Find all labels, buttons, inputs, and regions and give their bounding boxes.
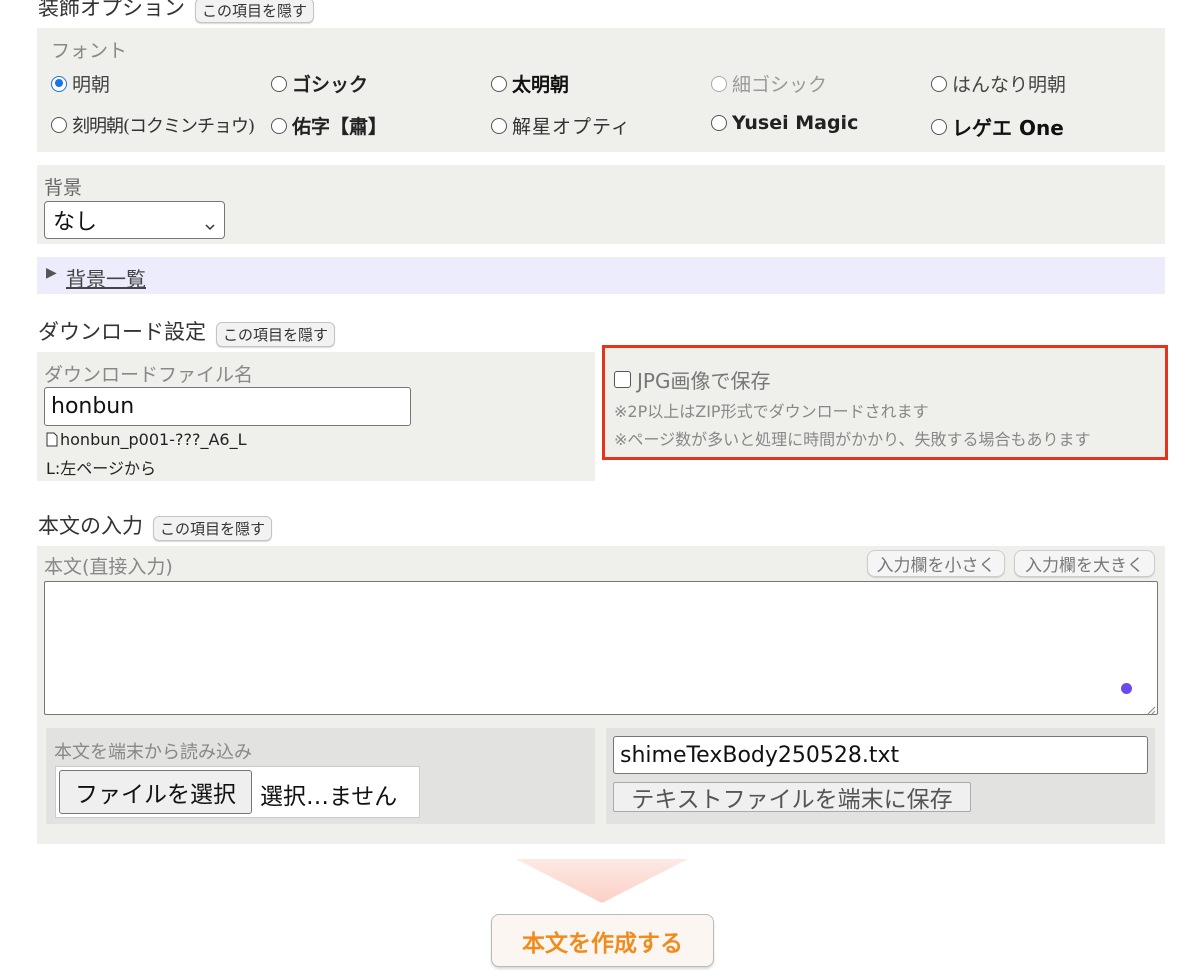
direct-input-label: 本文(直接入力) xyxy=(44,556,173,578)
choose-file-button[interactable]: ファイルを選択 xyxy=(59,770,252,814)
filename-panel: ダウンロードファイル名 honbun honbun_p001-???_A6_L … xyxy=(37,352,595,481)
font-option-kaisei[interactable]: 解星オプティ xyxy=(491,112,631,139)
filename-label: ダウンロードファイル名 xyxy=(44,364,254,386)
jpg-note-time: ※ページ数が多いと処理に時間がかかり、失敗する場合もあります xyxy=(614,430,1091,449)
body-input-hide-button[interactable]: この項目を隠す xyxy=(153,516,273,541)
body-input-heading: 本文の入力 xyxy=(38,514,143,538)
body-textarea[interactable] xyxy=(44,581,1158,716)
radio-icon[interactable] xyxy=(711,115,727,131)
radio-icon[interactable] xyxy=(931,118,947,135)
font-option-reggae-one[interactable]: レゲエ One xyxy=(931,112,1064,141)
font-option-hannari[interactable]: はんなり明朝 xyxy=(931,70,1066,97)
background-list-link[interactable]: 背景一覧 xyxy=(66,263,146,292)
checkbox-icon[interactable] xyxy=(614,371,631,388)
font-option-kokumincho[interactable]: 刻明朝(コクミンチョウ) xyxy=(51,112,255,138)
save-text-file-button[interactable]: テキストファイルを端末に保存 xyxy=(613,782,971,813)
chevron-down-icon xyxy=(204,214,216,231)
font-option-futomincho[interactable]: 太明朝 xyxy=(491,70,569,97)
radio-icon[interactable] xyxy=(51,117,67,133)
radio-icon[interactable] xyxy=(491,117,507,134)
triangle-right-icon: ▶ xyxy=(46,265,57,281)
body-input-header: 本文の入力 この項目を隠す xyxy=(38,510,273,542)
download-header: ダウンロード設定 この項目を隠す xyxy=(38,316,336,348)
file-load-box: 本文を端末から読み込み ファイルを選択 選択…ません xyxy=(46,728,595,824)
decoration-hide-button[interactable]: この項目を隠す xyxy=(195,0,315,23)
file-load-label: 本文を端末から読み込み xyxy=(54,742,252,763)
radio-selected-icon[interactable] xyxy=(51,75,67,92)
background-label: 背景 xyxy=(44,177,83,199)
radio-icon[interactable] xyxy=(711,75,727,92)
background-panel: 背景 なし xyxy=(37,165,1165,244)
jpg-note-zip: ※2P以上はZIP形式でダウンロードされます xyxy=(614,402,929,421)
shrink-textarea-button[interactable]: 入力欄を小さく xyxy=(867,550,1005,577)
download-heading: ダウンロード設定 xyxy=(38,320,206,344)
jpg-checkbox-row[interactable]: JPG画像で保存 xyxy=(614,365,770,394)
radio-icon[interactable] xyxy=(491,75,507,92)
body-input-panel: 本文(直接入力) 入力欄を小さく 入力欄を大きく 本文を端末から読み込み ファイ… xyxy=(37,546,1165,844)
down-arrow-icon xyxy=(516,859,688,903)
create-body-button[interactable]: 本文を作成する xyxy=(491,914,714,967)
font-option-yuji[interactable]: 佑字【肅】 xyxy=(271,112,387,139)
save-filename-input[interactable]: shimeTexBody250528.txt xyxy=(613,736,1148,774)
font-option-mincho[interactable]: 明朝 xyxy=(51,70,110,97)
font-option-gothic[interactable]: ゴシック xyxy=(271,70,368,97)
decoration-heading: 装飾オプション xyxy=(38,0,185,20)
decoration-header: 装飾オプション この項目を隠す xyxy=(38,0,315,24)
background-select[interactable]: なし xyxy=(44,201,225,239)
enlarge-textarea-button[interactable]: 入力欄を大きく xyxy=(1014,550,1155,577)
font-option-hosogothic[interactable]: 細ゴシック xyxy=(711,70,827,97)
filename-preview: honbun_p001-???_A6_L xyxy=(46,430,247,449)
filename-input[interactable]: honbun xyxy=(44,387,411,426)
radio-icon[interactable] xyxy=(931,75,947,92)
document-icon xyxy=(46,432,58,447)
jpg-panel-highlighted: JPG画像で保存 ※2P以上はZIP形式でダウンロードされます ※ページ数が多い… xyxy=(602,345,1168,460)
font-option-yusei-magic[interactable]: Yusei Magic xyxy=(711,112,858,134)
radio-icon[interactable] xyxy=(271,75,287,92)
background-list-disclosure[interactable]: ▶ 背景一覧 xyxy=(37,257,1165,294)
direction-note: L:左ページから xyxy=(46,459,156,478)
radio-icon[interactable] xyxy=(271,117,287,134)
font-panel: フォント 明朝 ゴシック 太明朝 細ゴシック はんなり明朝 刻明朝(コクミンチョ… xyxy=(37,28,1165,152)
download-hide-button[interactable]: この項目を隠す xyxy=(216,322,336,347)
file-chooser: ファイルを選択 選択…ません xyxy=(55,766,420,818)
font-label: フォント xyxy=(51,40,128,62)
file-save-box: shimeTexBody250528.txt テキストファイルを端末に保存 xyxy=(606,728,1155,824)
resize-handle-icon[interactable] xyxy=(1144,701,1156,716)
file-status: 選択…ません xyxy=(260,784,398,810)
assistant-dot-icon xyxy=(1121,683,1132,694)
